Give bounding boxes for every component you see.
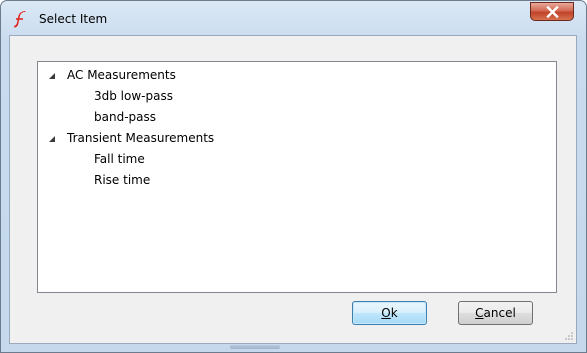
dialog-window: Select Item AC Measurements 3db low-pass… — [0, 0, 587, 353]
tree-node-label: AC Measurements — [67, 68, 176, 82]
expanded-arrow-icon[interactable] — [48, 135, 56, 143]
tree-node-transient-measurements[interactable]: Transient Measurements — [38, 128, 556, 149]
cancel-mnemonic: C — [475, 306, 484, 320]
close-button[interactable] — [530, 2, 574, 21]
tree-item-label: Fall time — [94, 152, 145, 166]
window-title: Select Item — [39, 12, 108, 26]
expanded-arrow-icon[interactable] — [48, 72, 56, 80]
tree-item-label: band-pass — [94, 110, 156, 124]
window-shadow-edge — [230, 345, 280, 349]
ok-mnemonic: O — [381, 306, 391, 320]
dialog-client-area: AC Measurements 3db low-pass band-pass T… — [9, 35, 577, 344]
ok-label-rest: k — [390, 306, 398, 320]
cancel-button[interactable]: Cancel — [458, 301, 533, 325]
tree-item-label: Rise time — [94, 173, 151, 187]
title-bar[interactable]: Select Item — [1, 1, 586, 35]
tree-node-label: Transient Measurements — [67, 131, 215, 145]
resize-grip-icon[interactable] — [564, 331, 574, 341]
tree-item-band-pass[interactable]: band-pass — [38, 107, 556, 128]
tree-node-ac-measurements[interactable]: AC Measurements — [38, 65, 556, 86]
tree-item-label: 3db low-pass — [94, 89, 173, 103]
item-tree[interactable]: AC Measurements 3db low-pass band-pass T… — [37, 61, 557, 293]
tree-item-fall-time[interactable]: Fall time — [38, 149, 556, 170]
cancel-label-rest: ancel — [483, 306, 516, 320]
tree-item-3db-low-pass[interactable]: 3db low-pass — [38, 86, 556, 107]
close-icon — [546, 6, 559, 18]
simetrix-logo-icon — [12, 11, 30, 29]
ok-button[interactable]: Ok — [352, 301, 427, 325]
tree-item-rise-time[interactable]: Rise time — [38, 170, 556, 191]
